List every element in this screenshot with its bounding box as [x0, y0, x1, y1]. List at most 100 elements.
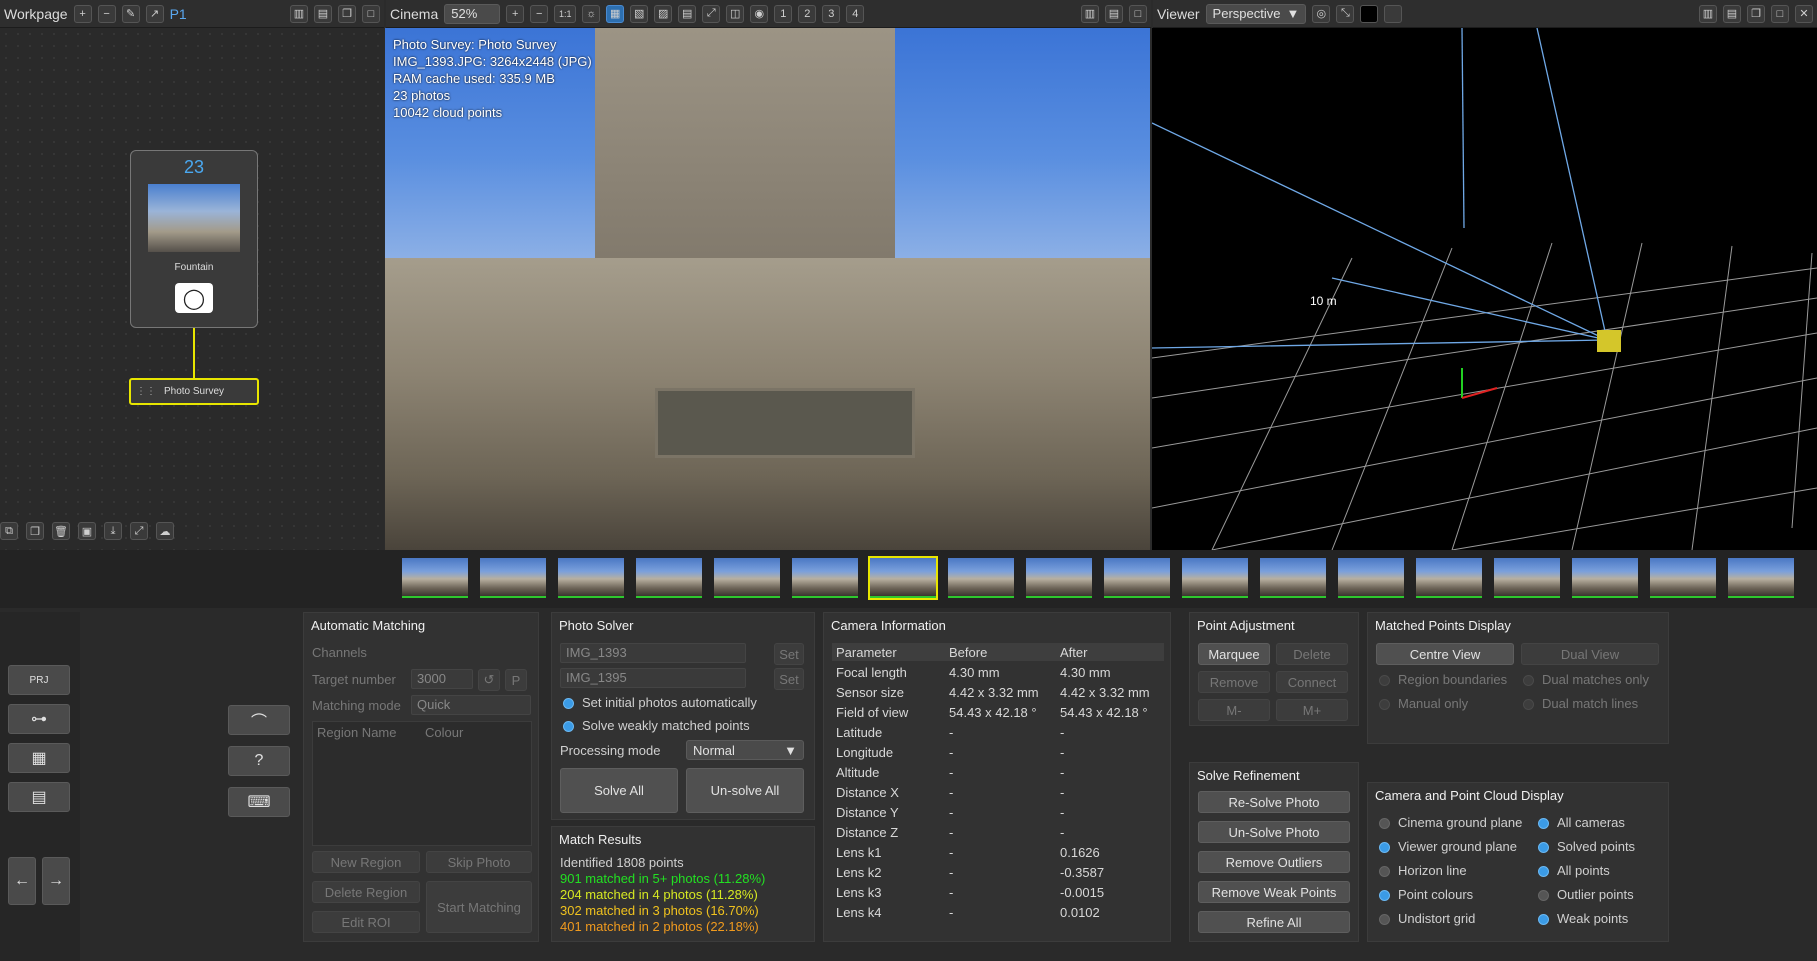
curve-icon[interactable]: ⌒	[228, 705, 290, 735]
notes-icon[interactable]: ▤	[8, 782, 70, 812]
p-button[interactable]: P	[505, 669, 527, 691]
unsolve-photo-button[interactable]: Un-Solve Photo	[1198, 821, 1350, 843]
set2-button[interactable]: Set	[774, 668, 804, 690]
calendar-icon[interactable]: ▦	[8, 743, 70, 773]
delete-button[interactable]: Delete	[1276, 643, 1348, 665]
points-icon[interactable]: ▦	[606, 4, 625, 23]
zoom-select[interactable]: 52%	[444, 3, 501, 24]
layout-split-icon[interactable]: ▥	[1081, 4, 1099, 23]
layout-stack-icon[interactable]: ▤	[314, 4, 332, 23]
marquee-button[interactable]: Marquee	[1198, 643, 1270, 665]
col-region[interactable]: Region Name	[317, 725, 397, 740]
dual-match-lines-radio[interactable]	[1523, 699, 1534, 710]
brightness-icon[interactable]: ☼	[582, 4, 601, 23]
viewer-3d[interactable]: 10 m	[1152, 28, 1817, 550]
set1-button[interactable]: Set	[774, 643, 804, 665]
region-boundaries-radio[interactable]	[1379, 675, 1390, 686]
grid-icon[interactable]: ▧	[630, 4, 649, 23]
film-thumb[interactable]	[636, 558, 702, 598]
export-icon[interactable]: ↗	[145, 4, 164, 23]
film-thumb[interactable]	[1728, 558, 1794, 598]
start-matching-button[interactable]: Start Matching	[426, 881, 532, 933]
img2-input[interactable]: IMG_1395	[560, 668, 746, 688]
viewer-ground-plane-radio[interactable]	[1379, 842, 1390, 853]
survey-node[interactable]: ⋮⋮ Photo Survey	[129, 378, 259, 405]
cinema-viewport[interactable]: Photo Survey: Photo Survey IMG_1393.JPG:…	[385, 28, 1150, 550]
connect-button[interactable]: Connect	[1276, 671, 1348, 693]
help-icon[interactable]: ?	[228, 746, 290, 776]
solve-all-button[interactable]: Solve All	[560, 768, 678, 813]
keyboard-icon[interactable]: ⌨	[228, 787, 290, 817]
target-number-input[interactable]: 3000	[411, 669, 473, 689]
point-colours-radio[interactable]	[1379, 890, 1390, 901]
img1-input[interactable]: IMG_1393	[560, 643, 746, 663]
timeline-icon[interactable]: ⊶	[8, 704, 70, 734]
refresh-icon[interactable]: ↺	[478, 669, 500, 691]
undistort-grid-radio[interactable]	[1379, 914, 1390, 925]
cinema-ground-plane-radio[interactable]	[1379, 818, 1390, 829]
film-thumb[interactable]	[1494, 558, 1560, 598]
skip-photo-button[interactable]: Skip Photo	[426, 851, 532, 873]
camera-icon[interactable]: ◉	[750, 4, 769, 23]
horizon-line-radio[interactable]	[1379, 866, 1390, 877]
remove-button[interactable]: Remove	[1198, 671, 1270, 693]
float-icon[interactable]: ❐	[1747, 4, 1765, 23]
target-icon[interactable]: ◎	[1312, 4, 1331, 23]
layout-stack-icon[interactable]: ▤	[1105, 4, 1123, 23]
grey-swatch[interactable]	[1384, 4, 1403, 23]
film-thumb[interactable]	[402, 558, 468, 598]
filmstrip[interactable]	[0, 550, 1817, 608]
opt1-radio[interactable]	[563, 698, 574, 709]
copy-icon[interactable]: ⧉	[0, 522, 18, 540]
num-4[interactable]: 4	[846, 4, 865, 23]
maximize-icon[interactable]: □	[362, 4, 380, 23]
project-button[interactable]: PRJ	[8, 665, 70, 695]
expand-icon[interactable]: ⤡	[1336, 4, 1355, 23]
layout-split-icon[interactable]: ▥	[290, 4, 308, 23]
m-minus-button[interactable]: M-	[1198, 699, 1270, 721]
num-2[interactable]: 2	[798, 4, 817, 23]
new-region-button[interactable]: New Region	[312, 851, 420, 873]
proc-select[interactable]: Normal ▼	[686, 740, 804, 760]
redo-icon[interactable]: →	[42, 857, 70, 905]
film-thumb[interactable]	[1182, 558, 1248, 598]
film-thumb[interactable]	[714, 558, 780, 598]
film-thumb[interactable]	[558, 558, 624, 598]
layout-stack-icon[interactable]: ▤	[1723, 4, 1741, 23]
film-thumb[interactable]	[1026, 558, 1092, 598]
maximize-icon[interactable]: □	[1129, 4, 1147, 23]
film-thumb[interactable]	[1338, 558, 1404, 598]
fit-icon[interactable]: ⤢	[130, 522, 148, 540]
grid2-icon[interactable]: ▨	[654, 4, 673, 23]
fit-icon[interactable]: ⤢	[702, 4, 721, 23]
outlier-points-radio[interactable]	[1538, 890, 1549, 901]
maximize-icon[interactable]: □	[1771, 4, 1789, 23]
float-icon[interactable]: ❐	[338, 4, 356, 23]
remove-icon[interactable]: −	[97, 4, 116, 23]
solved-points-radio[interactable]	[1538, 842, 1549, 853]
mask-icon[interactable]: ◫	[726, 4, 745, 23]
num-3[interactable]: 3	[822, 4, 841, 23]
m-plus-button[interactable]: M+	[1276, 699, 1348, 721]
film-thumb[interactable]	[1650, 558, 1716, 598]
duplicate-icon[interactable]: ❐	[26, 522, 44, 540]
all-cameras-radio[interactable]	[1538, 818, 1549, 829]
opt2-radio[interactable]	[563, 721, 574, 732]
undo-icon[interactable]: ←	[8, 857, 36, 905]
zoom-out-icon[interactable]: −	[530, 4, 549, 23]
film-thumb[interactable]	[480, 558, 546, 598]
film-thumb[interactable]	[1260, 558, 1326, 598]
black-swatch[interactable]	[1360, 4, 1379, 23]
film-thumb[interactable]	[1104, 558, 1170, 598]
film-thumb[interactable]	[1572, 558, 1638, 598]
mode-select[interactable]: Quick	[411, 695, 531, 715]
ratio-button[interactable]: 1:1	[554, 4, 577, 23]
refine-all-button[interactable]: Refine All	[1198, 911, 1350, 933]
weak-points-radio[interactable]	[1538, 914, 1549, 925]
manual-only-radio[interactable]	[1379, 699, 1390, 710]
film-thumb[interactable]	[1416, 558, 1482, 598]
film-thumb[interactable]	[948, 558, 1014, 598]
unsolve-all-button[interactable]: Un-solve All	[686, 768, 804, 813]
resolve-photo-button[interactable]: Re-Solve Photo	[1198, 791, 1350, 813]
edit-icon[interactable]: ✎	[121, 4, 140, 23]
